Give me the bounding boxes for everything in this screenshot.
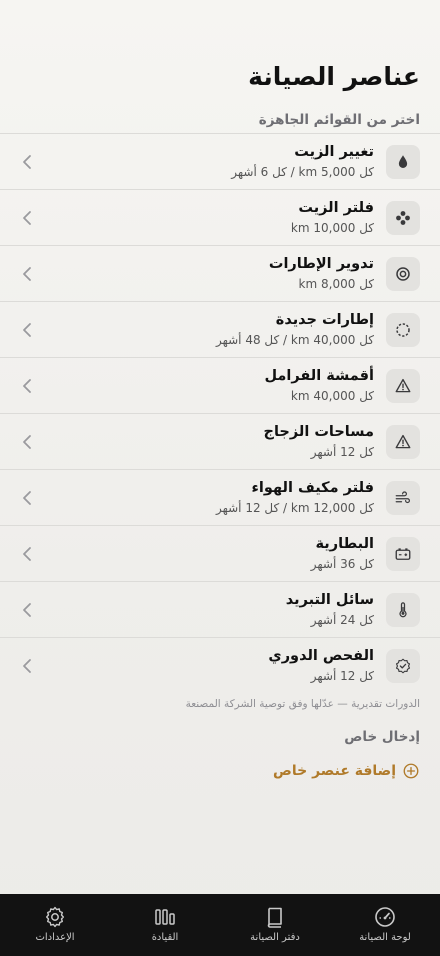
warning-icon — [386, 369, 420, 403]
gear-icon — [46, 906, 64, 928]
presets-section-label: اختر من القوائم الجاهزة — [258, 112, 420, 128]
item-interval: كل 36 أشهر — [310, 557, 374, 571]
wind-icon — [386, 481, 420, 515]
item-title: فلتر الزيت — [298, 200, 374, 216]
tab-driving-label: القيادة — [151, 932, 179, 943]
add-custom-item-label: إضافة عنصر خاص — [273, 763, 396, 779]
chevron-icon — [23, 435, 31, 449]
preset-list: تغيير الزيت كل 5,000 km / كل 6 أشهر فلتر… — [0, 133, 440, 693]
bars-icon — [155, 909, 175, 925]
chevron-icon — [23, 379, 31, 393]
chevron-icon — [23, 211, 31, 225]
tab-bar: لوحة الصيانة دفتر الصيانة القيادة الإعدا… — [0, 894, 440, 956]
chevron-icon — [23, 603, 31, 617]
intervals-note: الدورات تقديرية — عدّلها وفق توصية الشرك… — [185, 698, 420, 710]
item-title: الفحص الدوري — [268, 648, 374, 664]
preset-item-inspection[interactable]: الفحص الدوري كل 12 أشهر — [0, 637, 440, 693]
preset-item-brake-pads[interactable]: أقمشة الفرامل كل 40,000 km — [0, 357, 440, 413]
plus-circle-icon — [403, 763, 419, 779]
thermometer-icon — [386, 593, 420, 627]
tab-driving[interactable]: القيادة — [110, 894, 220, 956]
item-title: تدوير الإطارات — [268, 256, 374, 272]
chevron-icon — [23, 491, 31, 505]
tab-dashboard-label: لوحة الصيانة — [359, 932, 411, 943]
item-interval: كل 12 أشهر — [310, 669, 374, 683]
battery-icon — [386, 537, 420, 571]
preset-item-coolant[interactable]: سائل التبريد كل 24 أشهر — [0, 581, 440, 637]
add-custom-item-button[interactable]: إضافة عنصر خاص — [273, 762, 420, 780]
preset-item-battery[interactable]: البطارية كل 36 أشهر — [0, 525, 440, 581]
item-title: مساحات الزجاج — [263, 424, 374, 440]
check-badge-icon — [386, 649, 420, 683]
preset-item-oil-change[interactable]: تغيير الزيت كل 5,000 km / كل 6 أشهر — [0, 133, 440, 189]
gauge-icon — [375, 907, 395, 927]
preset-item-tire-rotation[interactable]: تدوير الإطارات كل 8,000 km — [0, 245, 440, 301]
tab-logbook[interactable]: دفتر الصيانة — [220, 894, 330, 956]
chevron-icon — [23, 267, 31, 281]
item-title: تغيير الزيت — [294, 144, 374, 160]
preset-item-wipers[interactable]: مساحات الزجاج كل 12 أشهر — [0, 413, 440, 469]
tab-settings-label: الإعدادات — [35, 932, 75, 943]
warning-icon — [386, 425, 420, 459]
item-interval: كل 40,000 km — [290, 389, 374, 403]
drop-icon — [386, 145, 420, 179]
preset-item-oil-filter[interactable]: فلتر الزيت كل 10,000 km — [0, 189, 440, 245]
item-title: البطارية — [315, 536, 375, 552]
filter-icon — [386, 201, 420, 235]
tab-dashboard[interactable]: لوحة الصيانة — [330, 894, 440, 956]
item-interval: كل 5,000 km / كل 6 أشهر — [231, 165, 374, 179]
chevron-icon — [23, 323, 31, 337]
item-title: أقمشة الفرامل — [264, 368, 374, 384]
item-title: فلتر مكيف الهواء — [251, 480, 374, 496]
maintenance-items-screen: عناصر الصيانة اختر من القوائم الجاهزة تغ… — [0, 0, 440, 956]
tire-icon — [386, 257, 420, 291]
item-interval: كل 12,000 km / كل 12 أشهر — [215, 501, 374, 515]
item-interval: كل 8,000 km — [298, 277, 374, 291]
preset-item-cabin-filter[interactable]: فلتر مكيف الهواء كل 12,000 km / كل 12 أش… — [0, 469, 440, 525]
item-interval: كل 40,000 km / كل 48 أشهر — [215, 333, 374, 347]
page-title: عناصر الصيانة — [248, 62, 420, 91]
tab-settings[interactable]: الإعدادات — [0, 894, 110, 956]
chevron-icon — [23, 547, 31, 561]
tab-logbook-label: دفتر الصيانة — [250, 932, 300, 943]
chevron-icon — [23, 659, 31, 673]
item-interval: كل 10,000 km — [290, 221, 374, 235]
item-interval: كل 24 أشهر — [310, 613, 374, 627]
custom-section-label: إدخال خاص — [344, 729, 420, 745]
book-icon — [267, 907, 282, 928]
dashed-circle-icon — [386, 313, 420, 347]
preset-item-new-tires[interactable]: إطارات جديدة كل 40,000 km / كل 48 أشهر — [0, 301, 440, 357]
chevron-icon — [23, 155, 31, 169]
item-title: سائل التبريد — [285, 592, 374, 608]
item-title: إطارات جديدة — [275, 312, 374, 328]
item-interval: كل 12 أشهر — [310, 445, 374, 459]
